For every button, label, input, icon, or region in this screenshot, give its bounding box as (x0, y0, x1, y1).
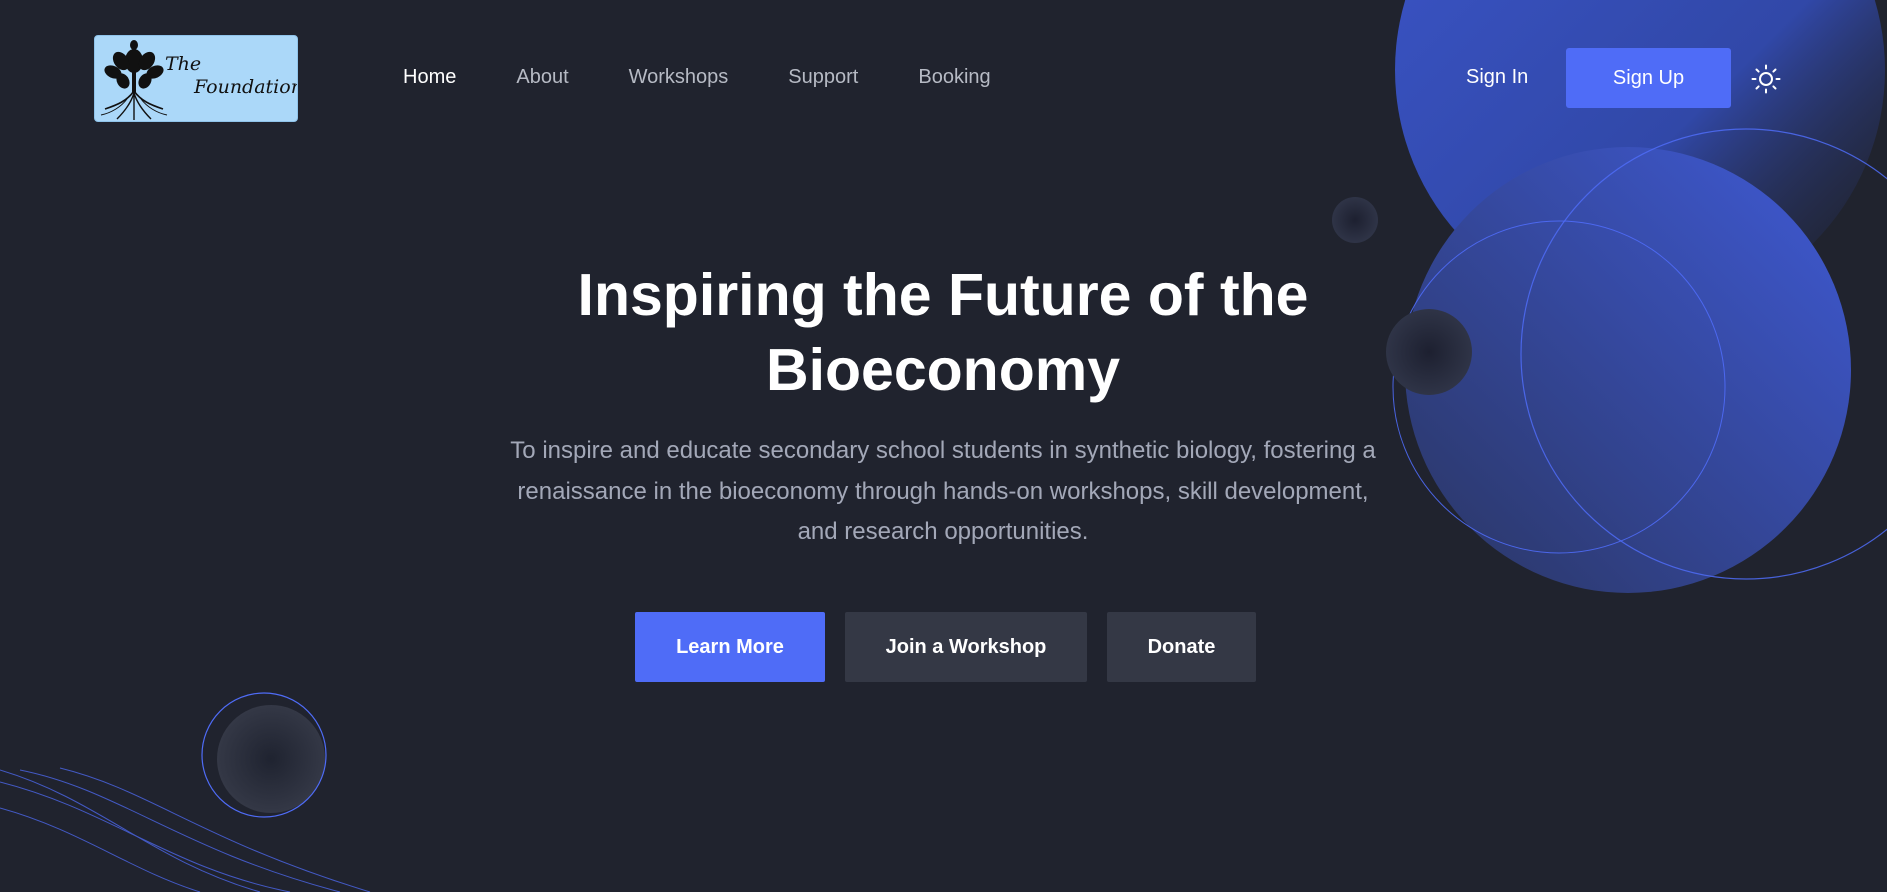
nav-item-home[interactable]: Home (403, 62, 456, 92)
hero-subtitle-line-3: and research opportunities. (797, 518, 1089, 545)
logo-text-the: The (165, 53, 202, 75)
decor-circle-blue (1405, 147, 1851, 593)
main-nav: Home About Workshops Support Booking (403, 62, 1051, 92)
logo-text-foundation: Foundation (194, 76, 298, 98)
decor-ring-2 (1520, 128, 1887, 580)
decor-dot-left (217, 705, 325, 813)
hero-title-line-1: Inspiring the Future of the (577, 262, 1309, 328)
hero-title: Inspiring the Future of the Bioeconomy (443, 258, 1443, 408)
sign-up-button[interactable]: Sign Up (1566, 48, 1731, 108)
donate-button[interactable]: Donate (1107, 612, 1256, 682)
nav-item-booking[interactable]: Booking (918, 62, 990, 92)
tree-logo-icon (100, 40, 168, 120)
hero-title-line-2: Bioeconomy (765, 337, 1121, 403)
sun-icon[interactable] (1751, 64, 1781, 94)
site-header: The Foundation Home About Workshops Supp… (0, 0, 1887, 156)
learn-more-button[interactable]: Learn More (635, 612, 825, 682)
hero-subtitle-line-1: To inspire and educate secondary school … (510, 437, 1376, 464)
decor-dot-small (1332, 197, 1378, 243)
nav-item-about[interactable]: About (516, 62, 568, 92)
nav-item-workshops[interactable]: Workshops (629, 62, 729, 92)
landing-page: The Foundation Home About Workshops Supp… (0, 0, 1887, 892)
join-workshop-button[interactable]: Join a Workshop (845, 612, 1087, 682)
decor-ring-left (201, 692, 327, 818)
nav-item-support[interactable]: Support (788, 62, 858, 92)
hero-subtitle-line-2: renaissance in the bioeconomy through ha… (517, 477, 1369, 505)
decor-waves (0, 767, 371, 892)
site-logo[interactable]: The Foundation (94, 35, 298, 122)
decor-circle-mid (1516, 258, 1740, 482)
hero-subtitle: To inspire and educate secondary school … (443, 431, 1443, 553)
sign-in-link[interactable]: Sign In (1466, 62, 1528, 92)
